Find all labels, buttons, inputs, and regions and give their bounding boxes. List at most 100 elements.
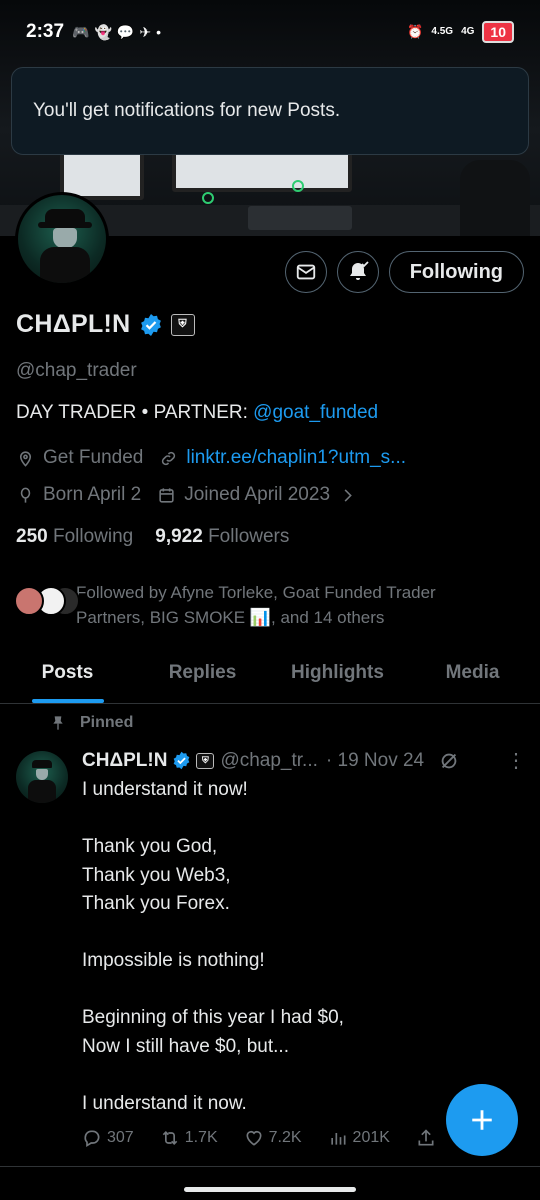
profile-name-row: CHΔPL!N ⛨ bbox=[16, 310, 195, 339]
avatar-hat bbox=[32, 760, 52, 768]
avatar-body bbox=[28, 780, 56, 803]
share-icon bbox=[418, 1129, 434, 1146]
following-button[interactable]: Following bbox=[388, 251, 524, 293]
tweet-avatar[interactable] bbox=[16, 751, 68, 803]
plus-icon bbox=[472, 1110, 492, 1130]
network-4-5g-icon: 4.5G bbox=[431, 26, 454, 37]
avatar-face bbox=[36, 769, 48, 780]
followed-by[interactable]: Followed by Afyne Torleke, Goat Funded T… bbox=[14, 580, 484, 630]
chevron-right-icon bbox=[344, 488, 352, 502]
website-item[interactable]: linktr.ee/chaplin1?utm_s... bbox=[159, 447, 406, 469]
tab-highlights[interactable]: Highlights bbox=[270, 652, 405, 703]
heart-icon bbox=[246, 1130, 262, 1146]
bio-mention-link[interactable]: @goat_funded bbox=[253, 402, 378, 423]
avatar-face bbox=[53, 228, 77, 248]
repost-button[interactable]: 1.7K bbox=[160, 1128, 218, 1148]
chair bbox=[460, 160, 530, 236]
tweet-header: CHΔPL!N ⛨ @chap_tr... · 19 Nov 24 ⋮ bbox=[82, 748, 526, 773]
affiliate-badge-icon[interactable]: ⛨ bbox=[170, 313, 195, 336]
bottom-area bbox=[0, 1166, 540, 1200]
discord-icon: 🎮 bbox=[72, 23, 90, 40]
profile-bio: DAY TRADER • PARTNER: @goat_funded bbox=[16, 402, 378, 424]
tweet-date: · 19 Nov 24 bbox=[325, 749, 425, 771]
network-4g-icon: 4G bbox=[461, 26, 475, 37]
views-button[interactable]: 201K bbox=[328, 1128, 390, 1148]
following-count-label: Following bbox=[52, 526, 134, 547]
repost-count: 1.7K bbox=[184, 1129, 218, 1146]
reply-count: 307 bbox=[107, 1129, 134, 1146]
birthday-text: Born April 2 bbox=[43, 484, 142, 505]
profile-avatar[interactable] bbox=[15, 192, 109, 286]
joined-item[interactable]: Joined April 2023 bbox=[157, 484, 357, 506]
tab-posts[interactable]: Posts bbox=[0, 652, 135, 703]
tweet-author-handle: @chap_tr... bbox=[220, 749, 318, 771]
bell-check-icon bbox=[349, 261, 369, 280]
tab-media[interactable]: Media bbox=[405, 652, 540, 703]
toast-text: You'll get notifications for new Posts. bbox=[33, 100, 341, 121]
calendar-icon bbox=[159, 487, 174, 503]
notification-toast: You'll get notifications for new Posts. bbox=[11, 67, 529, 155]
profile-handle: @chap_trader bbox=[16, 360, 137, 381]
reply-icon bbox=[84, 1130, 100, 1147]
followers-count: 9,922 bbox=[155, 526, 203, 547]
follow-counts: 250 Following 9,922 Followers bbox=[16, 526, 289, 548]
desk-light-right bbox=[292, 180, 304, 192]
alarm-icon: ⏰ bbox=[407, 24, 424, 39]
notification-icons: 🎮 👻 💬 ✈ • bbox=[72, 24, 161, 41]
profile-meta-row-2: Born April 2 Joined April 2023 bbox=[16, 484, 373, 506]
keyboard bbox=[248, 206, 352, 230]
location-text: Get Funded bbox=[43, 447, 144, 468]
pinned-label: Pinned bbox=[80, 714, 134, 731]
status-time: 2:37 bbox=[26, 21, 65, 42]
profile-display-name: CHΔPL!N bbox=[16, 310, 131, 338]
location-pin-icon bbox=[19, 450, 32, 467]
share-button[interactable] bbox=[416, 1128, 436, 1148]
followed-by-line-1: Followed by Afyne Torleke, Goat Funded T… bbox=[76, 583, 436, 602]
dot-icon: • bbox=[156, 24, 161, 40]
verified-badge-icon bbox=[174, 751, 190, 770]
repost-icon bbox=[162, 1130, 177, 1146]
balloon-icon bbox=[20, 487, 31, 503]
telegram-icon: ✈ bbox=[139, 23, 152, 40]
website-link[interactable]: linktr.ee/chaplin1?utm_s... bbox=[186, 447, 406, 469]
verified-badge-icon[interactable] bbox=[139, 313, 163, 337]
tweet-more-menu[interactable]: ⋮ bbox=[506, 748, 526, 773]
profile-tabs: Posts Replies Highlights Media bbox=[0, 652, 540, 704]
grok-icon[interactable] bbox=[438, 750, 460, 772]
battery-icon: 10 bbox=[482, 21, 514, 43]
messenger-icon: 💬 bbox=[116, 23, 135, 40]
bio-text: DAY TRADER • PARTNER: bbox=[16, 402, 254, 423]
like-button[interactable]: 7.2K bbox=[244, 1128, 302, 1148]
profile-actions: Following bbox=[284, 251, 524, 293]
birthday-item: Born April 2 bbox=[16, 484, 141, 506]
followed-by-avatars bbox=[14, 580, 80, 618]
reply-button[interactable]: 307 bbox=[82, 1128, 134, 1148]
tweet-author-name[interactable]: CHΔPL!N bbox=[82, 750, 167, 772]
status-right: ⏰ 4.5G 4G 10 bbox=[407, 21, 514, 43]
home-indicator[interactable] bbox=[184, 1187, 356, 1192]
following-count: 250 bbox=[16, 526, 48, 547]
profile-meta-row-1: Get Funded linktr.ee/chaplin1?utm_s... bbox=[16, 447, 422, 469]
compose-post-button[interactable] bbox=[446, 1084, 518, 1156]
snapchat-icon: 👻 bbox=[94, 23, 112, 40]
envelope-icon bbox=[296, 264, 315, 280]
mini-avatar bbox=[14, 586, 44, 616]
following-count-link[interactable]: 250 Following bbox=[16, 526, 133, 548]
location-item: Get Funded bbox=[16, 447, 143, 469]
desk-light-left bbox=[202, 192, 214, 204]
message-button[interactable] bbox=[284, 251, 327, 293]
status-bar: 2:37 🎮 👻 💬 ✈ • ⏰ 4.5G 4G 10 bbox=[0, 0, 540, 64]
avatar-body bbox=[40, 247, 90, 283]
notifications-button[interactable] bbox=[336, 251, 379, 293]
tab-replies[interactable]: Replies bbox=[135, 652, 270, 703]
followed-by-line-2: Partners, BIG SMOKE 📊, and 14 others bbox=[76, 608, 385, 627]
view-count: 201K bbox=[352, 1129, 390, 1146]
followed-by-text: Followed by Afyne Torleke, Goat Funded T… bbox=[76, 580, 436, 630]
followers-count-label: Followers bbox=[208, 526, 290, 547]
affiliate-badge-icon: ⛨ bbox=[196, 752, 215, 769]
pinned-indicator: Pinned bbox=[50, 714, 133, 732]
like-count: 7.2K bbox=[268, 1129, 302, 1146]
pin-icon bbox=[53, 716, 63, 730]
analytics-icon bbox=[330, 1133, 346, 1145]
followers-count-link[interactable]: 9,922 Followers bbox=[155, 526, 289, 548]
